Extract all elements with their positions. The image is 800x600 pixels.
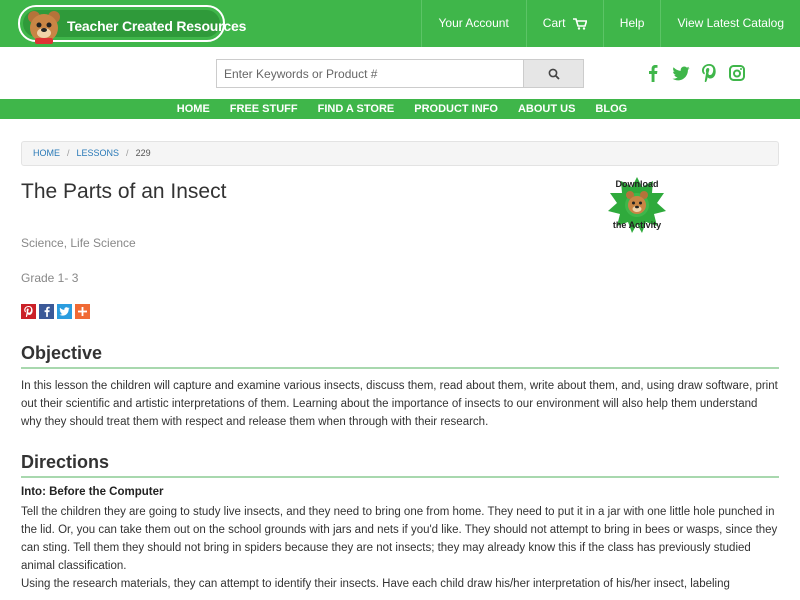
facebook-icon[interactable] — [644, 62, 662, 84]
breadcrumb-separator: / — [126, 148, 129, 158]
download-label: Download — [615, 179, 659, 189]
your-account-link[interactable]: Your Account — [420, 0, 526, 47]
pinterest-icon[interactable] — [700, 62, 718, 84]
directions-paragraph-2: Using the research materials, they can a… — [21, 578, 730, 590]
search-button[interactable] — [523, 59, 584, 88]
cart-label: Cart — [542, 16, 566, 30]
main-nav: HOME FREE STUFF FIND A STORE PRODUCT INF… — [0, 99, 800, 119]
objective-heading: Objective — [21, 343, 779, 369]
view-catalog-link[interactable]: View Latest Catalog — [660, 0, 800, 47]
search-icon — [548, 68, 560, 80]
your-account-label: Your Account — [438, 16, 509, 30]
nav-free-stuff[interactable]: FREE STUFF — [220, 99, 308, 119]
lesson-subject: Science, Life Science — [21, 236, 136, 250]
download-activity-button[interactable]: Download the Activity — [606, 175, 668, 235]
help-link[interactable]: Help — [602, 0, 661, 47]
social-links — [644, 62, 746, 84]
page-title: The Parts of an Insect — [21, 180, 227, 203]
directions-subheading: Into: Before the Computer — [21, 486, 164, 498]
facebook-share-icon[interactable] — [39, 304, 54, 319]
nav-product-info[interactable]: PRODUCT INFO — [404, 99, 508, 119]
breadcrumb: HOME / LESSONS / 229 — [21, 141, 779, 166]
search-form — [216, 59, 584, 88]
directions-paragraph: Tell the children they are going to stud… — [21, 506, 778, 572]
breadcrumb-home[interactable]: HOME — [33, 148, 60, 158]
twitter-icon[interactable] — [672, 62, 690, 84]
top-bar: Teacher Created Resources Your Account C… — [0, 0, 800, 47]
account-nav: Your Account Cart Help View Latest Catal… — [420, 0, 800, 47]
logo-text: Teacher Created Resources — [67, 18, 247, 34]
lesson-grade: Grade 1- 3 — [21, 271, 79, 285]
download-label-2: the Activity — [612, 220, 662, 230]
nav-blog[interactable]: BLOG — [585, 99, 637, 119]
cart-icon — [572, 18, 587, 30]
directions-heading: Directions — [21, 452, 779, 478]
logo-badge: Teacher Created Resources — [23, 10, 246, 44]
search-input[interactable] — [216, 59, 523, 88]
nav-about-us[interactable]: ABOUT US — [508, 99, 585, 119]
cart-link[interactable]: Cart — [525, 0, 603, 47]
more-share-icon[interactable] — [75, 304, 90, 319]
breadcrumb-separator: / — [67, 148, 70, 158]
site-logo[interactable]: Teacher Created Resources — [18, 5, 246, 44]
breadcrumb-current: 229 — [135, 148, 151, 158]
share-buttons — [21, 304, 90, 319]
pinterest-share-icon[interactable] — [21, 304, 36, 319]
nav-home[interactable]: HOME — [167, 99, 220, 119]
view-catalog-label: View Latest Catalog — [677, 16, 784, 30]
breadcrumb-lessons[interactable]: LESSONS — [77, 148, 120, 158]
instagram-icon[interactable] — [728, 62, 746, 84]
objective-text: In this lesson the children will capture… — [21, 380, 778, 428]
bear-mascot-icon — [28, 11, 60, 44]
twitter-share-icon[interactable] — [57, 304, 72, 319]
help-label: Help — [619, 16, 645, 30]
nav-find-a-store[interactable]: FIND A STORE — [308, 99, 405, 119]
search-bar-row — [0, 47, 800, 99]
